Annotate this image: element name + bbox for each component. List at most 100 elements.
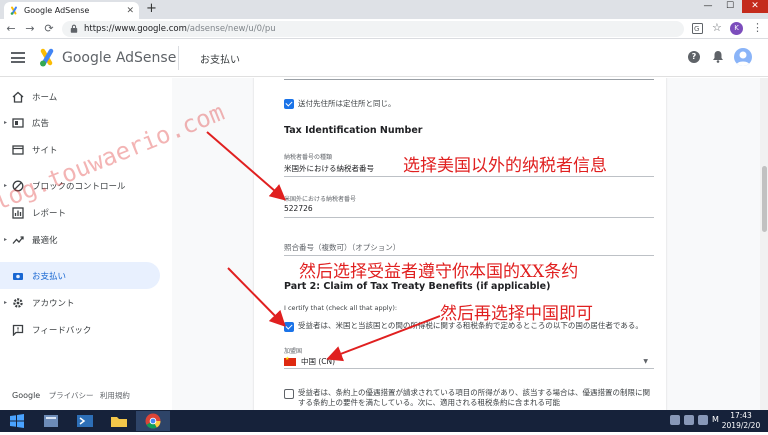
start-button[interactable]: [0, 411, 34, 431]
sidebar-footer: Google プライバシー 利用規約: [12, 390, 134, 401]
china-flag-icon: [284, 356, 296, 366]
limitation-on-benefits-checkbox[interactable]: [284, 389, 294, 399]
sites-icon: [12, 144, 24, 155]
app-header: Google AdSense お支払い ?: [0, 39, 768, 77]
expand-caret-icon: ▸: [4, 236, 8, 243]
tin-type-select[interactable]: 米国外における納税者番号: [284, 163, 374, 174]
tray-volume-icon[interactable]: [698, 415, 708, 425]
annotation-note-3: 然后再选择中国即可: [440, 304, 593, 324]
tax-form-card: 送付先住所は定住所と同じ。 Tax Identification Number …: [254, 78, 666, 410]
help-icon[interactable]: ?: [688, 51, 700, 63]
sidebar-item-label: アカウント: [32, 298, 75, 309]
adsense-logo-icon: [40, 48, 54, 67]
tin-type-label: 納税者番号の種類: [284, 154, 333, 161]
sidebar-item-label: サイト: [32, 145, 58, 156]
foreign-tin-input[interactable]: 522726: [284, 204, 313, 213]
expand-caret-icon: ▸: [4, 299, 8, 306]
sidebar-item-account[interactable]: ▸ アカウント: [0, 289, 160, 316]
page-title: お支払い: [200, 55, 240, 66]
same-address-checkbox-row[interactable]: 送付先住所は定住所と同じ。: [284, 98, 396, 109]
reference-number-underline: [284, 255, 654, 256]
dropdown-arrow-icon: ▼: [643, 358, 648, 365]
sidebar-item-label: 最適化: [32, 235, 58, 246]
tray-flag-icon[interactable]: [670, 415, 680, 425]
tray-network-icon[interactable]: [684, 415, 694, 425]
header-divider: [178, 46, 179, 70]
adsense-favicon-icon: [10, 6, 17, 15]
person-icon: [736, 51, 750, 66]
hamburger-menu-icon[interactable]: [11, 52, 25, 63]
same-address-checkbox[interactable]: [284, 99, 294, 109]
lock-icon: [70, 24, 78, 33]
limitation-on-benefits-text: 受益者は、条約上の優遇措置が請求されている項目の所得があり、該当する場合は、優遇…: [298, 388, 650, 407]
reference-number-input[interactable]: 照合番号（複数可）（オプション）: [284, 242, 400, 253]
sidebar-item-label: ホーム: [32, 92, 58, 103]
google-footer-logo: Google: [12, 391, 41, 400]
forward-icon[interactable]: →: [22, 22, 38, 35]
taskbar-chrome[interactable]: [136, 411, 170, 431]
browser-tab[interactable]: Google AdSense ✕: [4, 2, 139, 19]
notifications-bell-icon[interactable]: [712, 50, 724, 63]
foreign-tin-label: 米国外における納税者番号: [284, 196, 357, 203]
window-maximize-button[interactable]: ☐: [719, 0, 741, 13]
svg-text:G: G: [694, 25, 699, 33]
privacy-link[interactable]: プライバシー: [49, 391, 94, 400]
feedback-icon: [12, 324, 24, 336]
expand-caret-icon: ▸: [4, 119, 8, 126]
taskbar-file-explorer[interactable]: [102, 411, 136, 431]
tab-title: Google AdSense: [24, 6, 90, 15]
window-minimize-button[interactable]: —: [697, 0, 719, 13]
browser-tab-bar: Google AdSense ✕ + — ☐ ✕: [0, 0, 768, 19]
certify-label: I certify that (check all that apply):: [284, 304, 398, 312]
clock-time: 17:43: [730, 411, 752, 420]
system-tray: M: [670, 415, 722, 425]
tab-close-icon[interactable]: ✕: [126, 6, 134, 16]
home-icon: [12, 91, 24, 103]
taskbar-server-manager[interactable]: [34, 411, 68, 431]
country-label: 加盟国: [284, 348, 303, 355]
sidebar-item-label: レポート: [32, 208, 67, 219]
url-path: /adsense/new/u/0/pu: [186, 24, 276, 34]
powershell-icon: [77, 415, 93, 427]
back-icon[interactable]: ←: [3, 22, 19, 35]
sidebar-item-label: お支払い: [32, 271, 67, 282]
sidebar-item-home[interactable]: ホーム: [0, 83, 160, 110]
window-close-button[interactable]: ✕: [742, 0, 768, 13]
translate-icon[interactable]: G: [692, 23, 703, 34]
terms-link[interactable]: 利用規約: [100, 391, 130, 400]
country-value: 中国 (CN): [301, 357, 336, 366]
clock-date: 2019/2/20: [721, 421, 761, 430]
sidebar-item-payments[interactable]: お支払い: [0, 262, 160, 289]
sidebar-item-feedback[interactable]: フィードバック: [0, 316, 160, 343]
treaty-residence-checkbox[interactable]: [284, 322, 294, 332]
optimize-icon: [12, 235, 24, 244]
gear-icon: [13, 297, 23, 308]
scrollbar-track[interactable]: [760, 78, 768, 410]
brand-name: Google AdSense: [62, 50, 177, 66]
ads-icon: [12, 117, 24, 128]
tin-heading: Tax Identification Number: [284, 125, 423, 136]
address-bar[interactable]: https://www.google.com/adsense/new/u/0/p…: [62, 21, 684, 37]
folder-icon: [111, 417, 127, 427]
foreign-tin-underline: [284, 217, 654, 218]
main-content: 送付先住所は定住所と同じ。 Tax Identification Number …: [172, 78, 768, 410]
sidebar-item-label: フィードバック: [32, 325, 92, 336]
address-field-partial[interactable]: [284, 78, 654, 80]
reload-icon[interactable]: ⟳: [41, 22, 57, 35]
taskbar-powershell[interactable]: [68, 411, 102, 431]
payments-icon: [13, 272, 23, 280]
part2-heading: Part 2: Claim of Tax Treaty Benefits (if…: [284, 281, 551, 292]
profile-avatar[interactable]: K: [730, 22, 743, 35]
taskbar-clock[interactable]: 17:43 2019/2/20: [718, 411, 764, 431]
browser-menu-icon[interactable]: ⋮: [752, 21, 763, 34]
scrollbar-thumb[interactable]: [762, 166, 767, 232]
sidebar-item-optimize[interactable]: ▸ 最適化: [0, 226, 160, 253]
country-select[interactable]: 中国 (CN) ▼: [284, 355, 654, 369]
user-avatar[interactable]: [734, 48, 752, 66]
chrome-icon: [145, 413, 161, 429]
server-manager-icon: [44, 415, 58, 427]
new-tab-button[interactable]: +: [146, 1, 157, 16]
lob-checkbox-row[interactable]: 受益者は、条約上の優遇措置が請求されている項目の所得があり、該当する場合は、優遇…: [284, 388, 653, 408]
sidebar-item-label: 広告: [32, 118, 50, 129]
bookmark-star-icon[interactable]: ☆: [712, 21, 722, 34]
